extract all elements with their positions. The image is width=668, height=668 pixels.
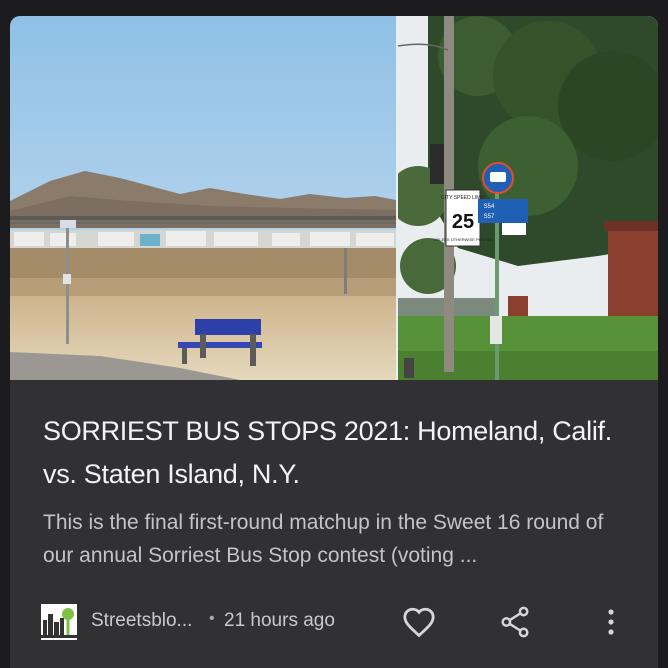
- publish-time: 21 hours ago: [224, 610, 335, 631]
- heart-outline-icon: [403, 607, 435, 638]
- article-headline[interactable]: SORRIEST BUS STOPS 2021: Homeland, Calif…: [43, 410, 633, 496]
- separator-dot: •: [209, 610, 215, 627]
- speed-sign-footer: UNLESS OTHERWISE POSTED: [434, 237, 493, 242]
- photo-staten-island-bus-stop: CITY SPEED LIMIT 25 UNLESS OTHERWISE POS…: [396, 16, 658, 380]
- share-icon: [501, 606, 529, 638]
- bus-route-2: S57: [484, 214, 495, 220]
- more-vertical-icon: [608, 609, 614, 635]
- photo-homeland-bus-stop: [10, 16, 396, 380]
- bus-route-1: S54: [484, 204, 495, 210]
- like-button[interactable]: [399, 602, 439, 642]
- news-card[interactable]: CITY SPEED LIMIT 25 UNLESS OTHERWISE POS…: [10, 16, 658, 668]
- source-name[interactable]: Streetsblo...: [91, 610, 192, 632]
- speed-limit-value: 25: [452, 211, 474, 233]
- article-image[interactable]: CITY SPEED LIMIT 25 UNLESS OTHERWISE POS…: [10, 16, 658, 380]
- share-button[interactable]: [495, 602, 535, 642]
- source-logo-icon: [41, 604, 77, 640]
- article-snippet: This is the final first-round matchup in…: [43, 511, 604, 567]
- more-options-button[interactable]: [591, 602, 631, 642]
- card-footer: Streetsblo... • 21 hours ago: [10, 602, 658, 642]
